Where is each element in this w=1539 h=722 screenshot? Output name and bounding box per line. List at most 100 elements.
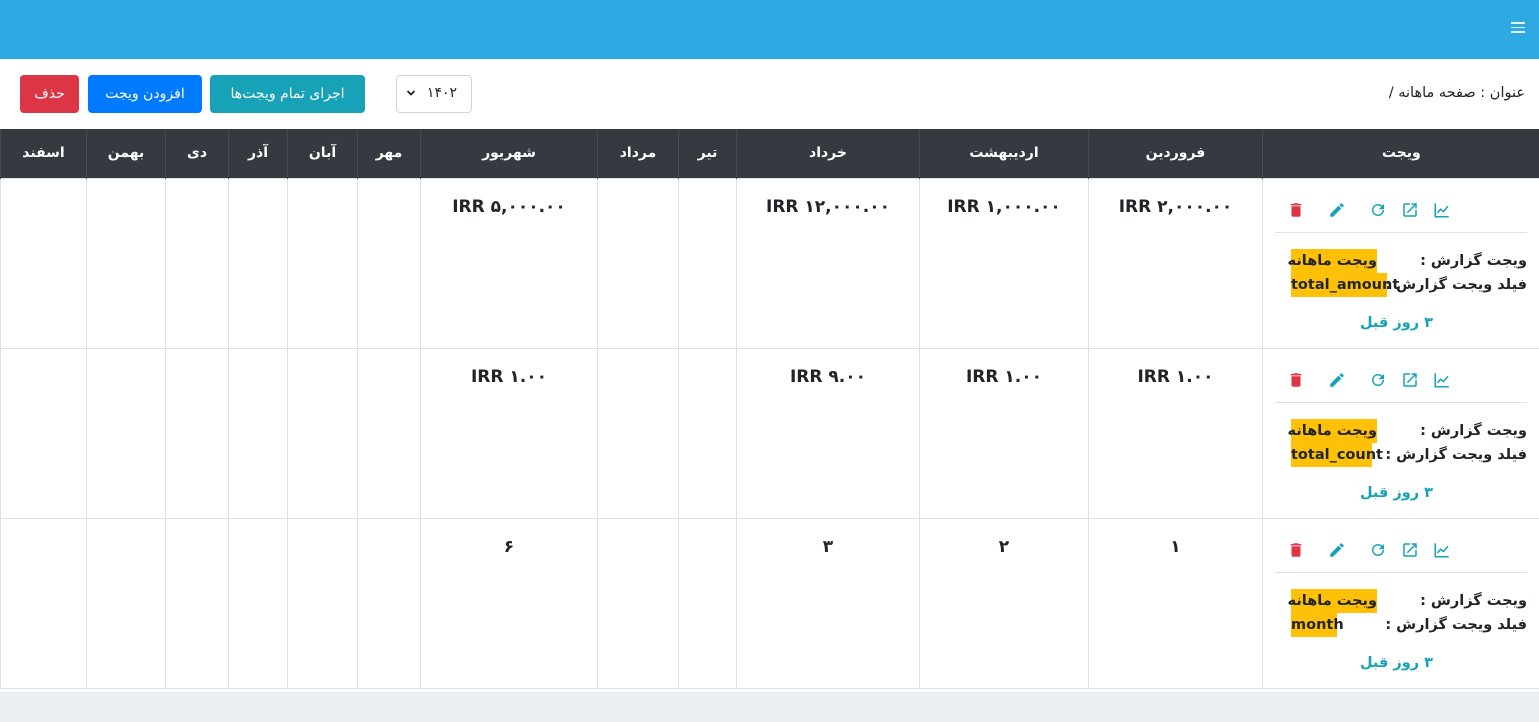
open-external-icon <box>1401 201 1419 219</box>
month-value: ۱ <box>1170 536 1181 557</box>
month-value-cell <box>0 517 87 689</box>
delete-icon <box>1287 201 1305 219</box>
hamburger-menu-icon[interactable] <box>1511 22 1525 34</box>
widget-divider <box>1275 401 1527 403</box>
month-value-cell: IRR ۹.۰۰ <box>736 347 920 519</box>
widget-field-value: total_amount <box>1291 272 1399 297</box>
widget-report-value: ویجت ماهانه <box>1288 418 1377 443</box>
month-value-cell <box>165 517 229 689</box>
widget-actions <box>1287 541 1451 559</box>
add-widget-button[interactable]: افزودن ویجت <box>88 75 202 113</box>
month-value: IRR ۹.۰۰ <box>789 366 866 387</box>
widget-field-value: total_count <box>1291 442 1383 467</box>
month-value-cell: ۱ <box>1088 517 1263 689</box>
widget-info: ویجت گزارش : ویجت ماهانه فیلد ویجت گزارش :… <box>1288 418 1539 467</box>
widget-field-label: فیلد ویجت گزارش : <box>1385 616 1527 633</box>
month-value: ۳ <box>822 536 834 557</box>
column-header-month: اردیبهشت <box>919 129 1089 178</box>
month-value-cell: IRR ۱۲,۰۰۰.۰۰ <box>736 177 920 349</box>
open-widget-button[interactable] <box>1401 201 1419 219</box>
edit-widget-button[interactable] <box>1328 541 1346 559</box>
widget-name-line: ویجت گزارش : ویجت ماهانه <box>1288 248 1539 273</box>
column-header-month: فروردین <box>1088 129 1263 178</box>
open-widget-button[interactable] <box>1401 371 1419 389</box>
month-value-cell <box>228 517 288 689</box>
column-header-month: آبان <box>287 129 358 178</box>
edit-icon <box>1328 201 1346 219</box>
open-widget-button[interactable] <box>1401 541 1419 559</box>
widget-info: ویجت گزارش : ویجت ماهانه فیلد ویجت گزارش :… <box>1288 248 1539 297</box>
month-value: IRR ۱.۰۰ <box>1137 366 1214 387</box>
widget-cell: ویجت گزارش : ویجت ماهانه فیلد ویجت گزارش :… <box>1262 177 1539 349</box>
refresh-widget-button[interactable] <box>1369 541 1387 559</box>
widget-cell: ویجت گزارش : ویجت ماهانه فیلد ویجت گزارش :… <box>1262 517 1539 689</box>
month-value-cell <box>228 347 288 519</box>
refresh-widget-button[interactable] <box>1369 201 1387 219</box>
year-select[interactable]: ۱۴۰۲ <box>396 75 472 113</box>
chart-widget-button[interactable] <box>1433 541 1451 559</box>
month-value-cell <box>0 177 87 349</box>
widget-field-line: فیلد ویجت گزارش : month <box>1289 612 1539 637</box>
refresh-widget-button[interactable] <box>1369 371 1387 389</box>
widget-updated-ago-link[interactable]: ۳ روز قبل <box>1360 655 1433 671</box>
open-external-icon <box>1401 541 1419 559</box>
widget-report-label: ویجت گزارش : <box>1420 422 1527 439</box>
delete-widget-button[interactable] <box>1287 541 1305 559</box>
widget-divider <box>1275 231 1527 233</box>
month-value-cell <box>287 177 358 349</box>
month-value-cell <box>228 177 288 349</box>
month-value-cell <box>86 177 166 349</box>
chart-widget-button[interactable] <box>1433 371 1451 389</box>
delete-button[interactable]: حذف <box>20 75 79 113</box>
delete-widget-button[interactable] <box>1287 201 1305 219</box>
widget-updated-ago-link[interactable]: ۳ روز قبل <box>1360 315 1433 331</box>
month-value-cell <box>165 177 229 349</box>
month-value-cell <box>678 347 737 519</box>
chevron-down-icon <box>406 90 416 96</box>
widget-report-value: ویجت ماهانه <box>1288 588 1377 613</box>
month-value: IRR ۱۲,۰۰۰.۰۰ <box>766 196 890 217</box>
month-value: ۶ <box>503 536 515 557</box>
widget-cell: ویجت گزارش : ویجت ماهانه فیلد ویجت گزارش :… <box>1262 347 1539 519</box>
refresh-icon <box>1369 201 1387 219</box>
column-header-month: بهمن <box>86 129 166 178</box>
main-panel: عنوان : صفحه ماهانه / ۱۴۰۲ اجرای تمام وی… <box>0 59 1539 692</box>
chart-widget-button[interactable] <box>1433 201 1451 219</box>
month-value: ۲ <box>998 536 1010 557</box>
month-value-cell: IRR ۱,۰۰۰.۰۰ <box>919 177 1089 349</box>
month-value-cell <box>86 347 166 519</box>
column-header-month: اسفند <box>0 129 87 178</box>
table-row: ویجت گزارش : ویجت ماهانه فیلد ویجت گزارش :… <box>0 177 1539 349</box>
chart-icon <box>1433 371 1451 389</box>
month-value-cell: IRR ۱.۰۰ <box>919 347 1089 519</box>
page-title: عنوان : صفحه ماهانه / <box>1388 85 1525 101</box>
top-navbar <box>0 0 1539 59</box>
month-value: IRR ۵,۰۰۰.۰۰ <box>452 196 566 217</box>
month-value-cell <box>165 347 229 519</box>
widget-field-line: فیلد ویجت گزارش : total_count <box>1289 442 1539 467</box>
widget-field-label: فیلد ویجت گزارش : <box>1385 446 1527 463</box>
edit-widget-button[interactable] <box>1328 371 1346 389</box>
month-value-cell: ۶ <box>420 517 598 689</box>
column-header-month: خرداد <box>736 129 920 178</box>
delete-widget-button[interactable] <box>1287 371 1305 389</box>
widget-name-line: ویجت گزارش : ویجت ماهانه <box>1288 588 1539 613</box>
month-value-cell <box>597 177 679 349</box>
widget-field-line: فیلد ویجت گزارش : total_amount <box>1289 272 1539 297</box>
monthly-widgets-table: ویجت فروردین اردیبهشت خرداد تیر مرداد شهریور مه… <box>0 129 1539 689</box>
toolbar: عنوان : صفحه ماهانه / ۱۴۰۲ اجرای تمام وی… <box>0 59 1539 129</box>
chart-icon <box>1433 201 1451 219</box>
widget-actions <box>1287 201 1451 219</box>
delete-icon <box>1287 541 1305 559</box>
month-value-cell: IRR ۵,۰۰۰.۰۰ <box>420 177 598 349</box>
edit-icon <box>1328 371 1346 389</box>
month-value-cell <box>357 517 421 689</box>
month-value: IRR ۲,۰۰۰.۰۰ <box>1118 196 1233 217</box>
refresh-icon <box>1369 541 1387 559</box>
column-header-month: شهریور <box>420 129 598 178</box>
widget-report-label: ویجت گزارش : <box>1420 252 1527 269</box>
edit-widget-button[interactable] <box>1328 201 1346 219</box>
run-all-widgets-button[interactable]: اجرای تمام ویجت‌ها <box>210 75 365 113</box>
month-value-cell: ۲ <box>919 517 1089 689</box>
widget-updated-ago-link[interactable]: ۳ روز قبل <box>1360 485 1433 501</box>
